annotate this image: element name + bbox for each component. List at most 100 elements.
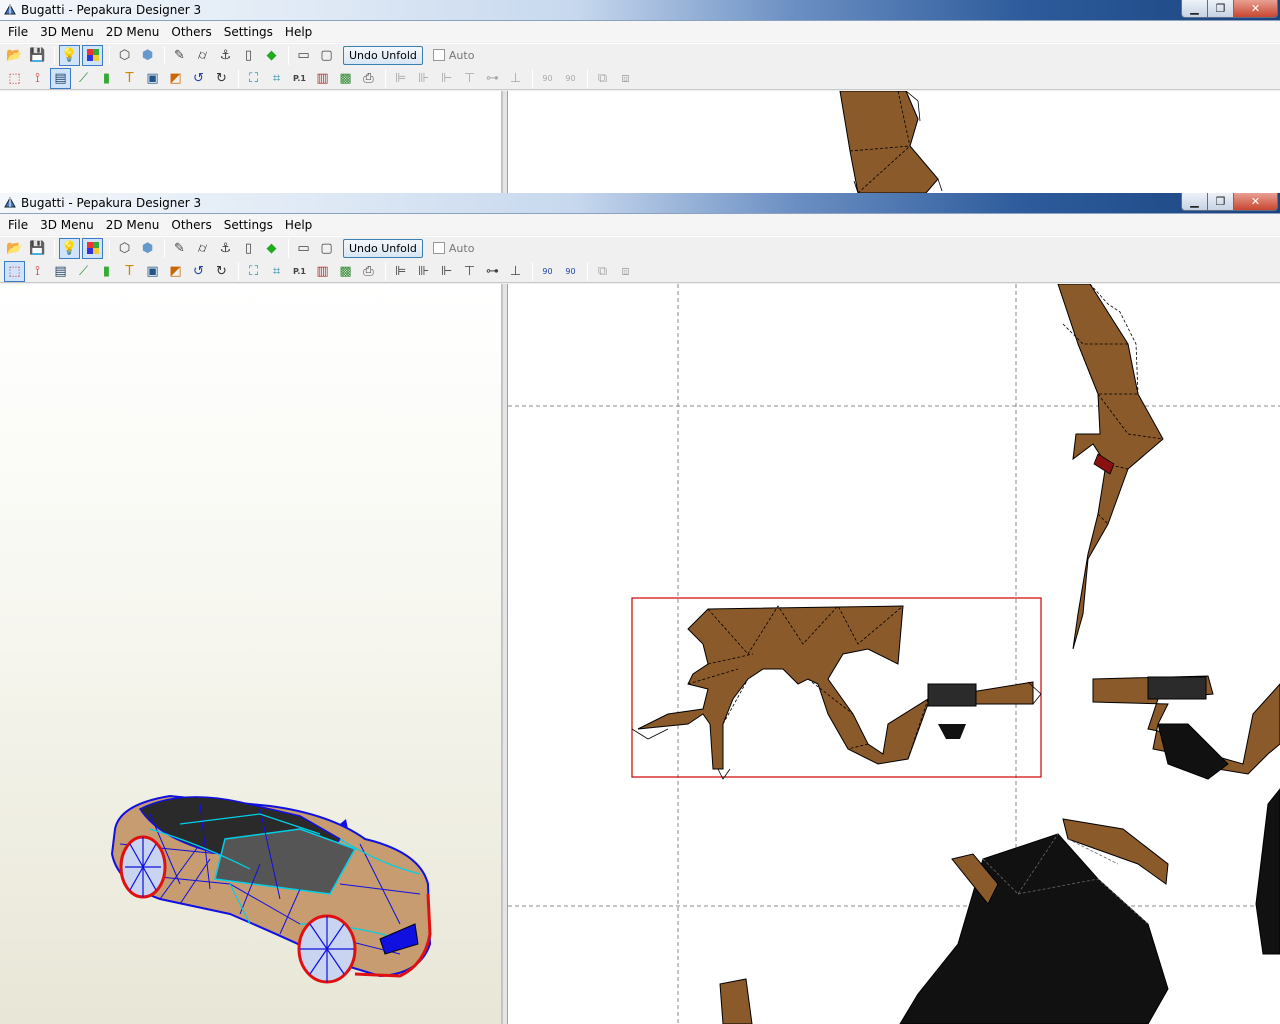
pepakura-window-back[interactable]: Bugatti - Pepakura Designer 3 ▁ ❐ ✕ File… — [0, 0, 1280, 193]
minimize-button[interactable]: ▁ — [1181, 0, 1207, 18]
save-icon[interactable]: 💾 — [27, 238, 48, 259]
cylinder-icon[interactable]: ⌭ — [192, 45, 213, 66]
pencil-icon[interactable]: ✎ — [169, 238, 190, 259]
preview-icon[interactable]: ▩ — [335, 261, 356, 282]
group-icon[interactable]: ⧉ — [592, 261, 613, 282]
flap-icon[interactable]: ◩ — [165, 261, 186, 282]
cube-wire-icon[interactable]: ⬡ — [114, 45, 135, 66]
texture-icon[interactable] — [82, 237, 103, 259]
pepakura-window-front[interactable]: Bugatti - Pepakura Designer 3 ▁ ❐ ✕ File… — [0, 193, 1280, 1024]
anchor-icon[interactable]: ⚓ — [215, 238, 236, 259]
align-top-icon[interactable]: ⊤ — [459, 68, 480, 89]
menu-2d[interactable]: 2D Menu — [100, 218, 166, 232]
dual-view-icon[interactable]: ▢ — [316, 45, 337, 66]
align-bottom-icon[interactable]: ⊥ — [505, 68, 526, 89]
part-long-strip[interactable] — [1057, 284, 1164, 650]
menu-settings[interactable]: Settings — [218, 218, 279, 232]
part-icon[interactable]: ▮ — [96, 68, 117, 89]
cube-shade-icon[interactable]: ⬢ — [137, 238, 158, 259]
texture-icon[interactable] — [82, 44, 103, 66]
join-icon[interactable]: ⟟ — [27, 261, 48, 282]
preview-icon[interactable]: ▩ — [335, 68, 356, 89]
align-right-icon[interactable]: ⊩ — [436, 261, 457, 282]
flap-icon[interactable]: ◩ — [165, 68, 186, 89]
undo-unfold-button[interactable]: Undo Unfold — [343, 45, 423, 65]
edge-icon[interactable]: ▯ — [238, 238, 259, 259]
auto-checkbox-box[interactable] — [432, 49, 445, 61]
menu-file[interactable]: File — [2, 218, 34, 232]
menu-3d[interactable]: 3D Menu — [34, 25, 100, 39]
align-bottom-icon[interactable]: ⊥ — [505, 261, 526, 282]
edge-icon[interactable]: ▯ — [238, 45, 259, 66]
anchor-icon[interactable]: ⚓ — [215, 45, 236, 66]
dual-view-icon[interactable]: ▢ — [316, 238, 337, 259]
menu-settings[interactable]: Settings — [218, 25, 279, 39]
restore-button[interactable]: ❐ — [1207, 0, 1233, 18]
green-cube-icon[interactable]: ◆ — [261, 45, 282, 66]
part-right-cluster[interactable] — [1092, 675, 1280, 780]
rotate-cw-90-icon[interactable]: 90 — [560, 68, 581, 89]
auto-checkbox[interactable]: Auto — [432, 49, 474, 62]
rotate-ccw-90-icon[interactable]: 90 — [537, 261, 558, 282]
mirror-icon[interactable]: ↻ — [211, 261, 232, 282]
restore-button[interactable]: ❐ — [1207, 193, 1233, 211]
menu-others[interactable]: Others — [165, 218, 217, 232]
single-view-icon[interactable]: ▭ — [293, 238, 314, 259]
fit-icon[interactable]: ⛶ — [243, 261, 264, 282]
close-button[interactable]: ✕ — [1233, 193, 1278, 211]
select-icon[interactable]: ⬚ — [4, 68, 25, 89]
green-cube-icon[interactable]: ◆ — [261, 238, 282, 259]
menu-others[interactable]: Others — [165, 25, 217, 39]
undo-unfold-button[interactable]: Undo Unfold — [343, 238, 423, 258]
paper-icon[interactable]: ▤ — [50, 67, 71, 89]
fit-icon[interactable]: ⛶ — [243, 68, 264, 89]
cube-shade-icon[interactable]: ⬢ — [137, 45, 158, 66]
text-icon[interactable]: T — [119, 68, 140, 89]
align-middle-icon[interactable]: ⊶ — [482, 68, 503, 89]
brown-part[interactable] — [839, 91, 939, 193]
image-icon[interactable]: ▣ — [142, 68, 163, 89]
group-icon[interactable]: ⧉ — [592, 68, 613, 89]
align-left-icon[interactable]: ⊫ — [390, 68, 411, 89]
auto-checkbox-box[interactable] — [432, 242, 445, 254]
align-middle-icon[interactable]: ⊶ — [482, 261, 503, 282]
menu-3d[interactable]: 3D Menu — [34, 218, 100, 232]
align-center-icon[interactable]: ⊪ — [413, 261, 434, 282]
bulb-icon[interactable]: 💡 — [59, 44, 80, 66]
print-icon[interactable]: ⎙ — [358, 261, 379, 282]
align-top-icon[interactable]: ⊤ — [459, 261, 480, 282]
save-icon[interactable]: 💾 — [27, 45, 48, 66]
3d-view[interactable] — [0, 91, 502, 193]
ungroup-icon[interactable]: ⧈ — [615, 68, 636, 89]
part-icon[interactable]: ▮ — [96, 261, 117, 282]
title-bar[interactable]: Bugatti - Pepakura Designer 3 ▁ ❐ ✕ — [0, 193, 1280, 214]
print-icon[interactable]: ⎙ — [358, 68, 379, 89]
mirror-icon[interactable]: ↻ — [211, 68, 232, 89]
rotate-icon[interactable]: ↺ — [188, 68, 209, 89]
2d-view[interactable] — [508, 284, 1280, 1024]
text-icon[interactable]: T — [119, 261, 140, 282]
layout-icon[interactable]: ▥ — [312, 261, 333, 282]
join-icon[interactable]: ⟟ — [27, 68, 48, 89]
title-bar[interactable]: Bugatti - Pepakura Designer 3 ▁ ❐ ✕ — [0, 0, 1280, 21]
selected-part-group[interactable] — [631, 597, 1042, 780]
open-icon[interactable]: 📂 — [4, 45, 25, 66]
close-button[interactable]: ✕ — [1233, 0, 1278, 18]
open-icon[interactable]: 📂 — [4, 238, 25, 259]
page-number-icon[interactable]: P.1 — [289, 68, 310, 89]
arrange-icon[interactable]: ⌗ — [266, 68, 287, 89]
rotate-ccw-90-icon[interactable]: 90 — [537, 68, 558, 89]
rotate-cw-90-icon[interactable]: 90 — [560, 261, 581, 282]
bulb-icon[interactable]: 💡 — [59, 237, 80, 259]
minimize-button[interactable]: ▁ — [1181, 193, 1207, 211]
3d-view[interactable] — [0, 284, 502, 1024]
page-number-icon[interactable]: P.1 — [289, 261, 310, 282]
select-icon[interactable]: ⬚ — [4, 260, 25, 282]
align-center-icon[interactable]: ⊪ — [413, 68, 434, 89]
2d-view[interactable] — [508, 91, 1280, 193]
pencil-icon[interactable]: ✎ — [169, 45, 190, 66]
menu-2d[interactable]: 2D Menu — [100, 25, 166, 39]
menu-help[interactable]: Help — [279, 218, 318, 232]
align-left-icon[interactable]: ⊫ — [390, 261, 411, 282]
ungroup-icon[interactable]: ⧈ — [615, 261, 636, 282]
